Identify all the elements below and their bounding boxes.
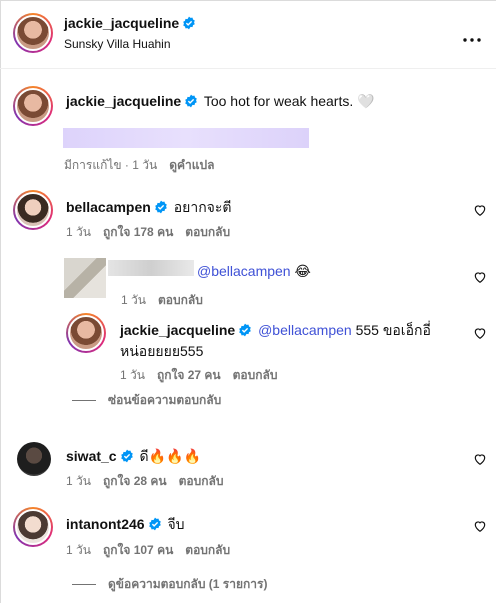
- likes-count[interactable]: ถูกใจ 28 คน: [103, 474, 167, 488]
- reply-time: 1 วัน: [121, 293, 146, 307]
- reply-text: 😂: [290, 263, 311, 279]
- blurred-avatar: [64, 258, 106, 298]
- comment-meta: 1 วัน ถูกใจ 28 คน ตอบกลับ: [66, 472, 235, 491]
- post-panel: [0, 0, 496, 603]
- comment-avatar-siwat[interactable]: [17, 442, 51, 476]
- more-icon[interactable]: [462, 30, 482, 42]
- caption-text: Too hot for weak hearts. 🤍: [203, 93, 375, 109]
- caption-edited: มีการแก้ไข · 1 วัน: [64, 158, 158, 172]
- caption-line: jackie_jacqueline Too hot for weak heart…: [66, 93, 375, 110]
- comment-text: จีบ: [167, 516, 185, 532]
- comment-text: ดี🔥🔥🔥: [139, 448, 201, 464]
- verified-badge-icon: [185, 94, 197, 108]
- redacted-block: [63, 128, 309, 148]
- comment-avatar-intanont[interactable]: [13, 507, 53, 547]
- likes-count[interactable]: ถูกใจ 107 คน: [103, 543, 173, 557]
- comment-username[interactable]: intanont246: [66, 516, 145, 532]
- view-replies-button[interactable]: ดูข้อความตอบกลับ (1 รายการ): [72, 575, 279, 594]
- comment-time: 1 วัน: [66, 225, 91, 239]
- hide-replies-button[interactable]: ซ่อนข้อความตอบกลับ: [72, 391, 233, 410]
- comment-meta: 1 วัน ถูกใจ 178 คน ตอบกลับ: [66, 223, 242, 242]
- heart-outline-icon[interactable]: [473, 519, 487, 533]
- reply-meta: 1 วัน ถูกใจ 27 คน ตอบกลับ: [120, 366, 289, 385]
- likes-count[interactable]: ถูกใจ 27 คน: [157, 368, 221, 382]
- post-author-avatar[interactable]: [13, 13, 53, 53]
- heart-outline-icon[interactable]: [473, 326, 487, 340]
- verified-badge-icon: [239, 323, 251, 337]
- reply-button[interactable]: ตอบกลับ: [233, 368, 278, 382]
- post-author-username[interactable]: jackie_jacqueline: [64, 15, 198, 31]
- comment-line: intanont246 จีบ: [66, 514, 185, 536]
- reply-button[interactable]: ตอบกลับ: [158, 293, 203, 307]
- mention-link[interactable]: @bellacampen: [258, 322, 352, 338]
- reply-time: 1 วัน: [120, 368, 145, 382]
- reply-button[interactable]: ตอบกลับ: [179, 474, 224, 488]
- hide-replies-label: ซ่อนข้อความตอบกลับ: [108, 393, 222, 407]
- reply-meta: 1 วัน ตอบกลับ: [121, 291, 215, 310]
- reply-line: jackie_jacqueline @bellacampen 555 ขอเอ็…: [120, 320, 431, 342]
- mention-link[interactable]: @bellacampen: [197, 263, 291, 279]
- heart-outline-icon[interactable]: [473, 452, 487, 466]
- comment-username[interactable]: siwat_c: [66, 448, 117, 464]
- caption-meta: มีการแก้ไข · 1 วัน ดูคำแปล: [64, 156, 226, 175]
- comment-line: siwat_c ดี🔥🔥🔥: [66, 446, 201, 468]
- comment-time: 1 วัน: [66, 474, 91, 488]
- comment-line: bellacampen อยากจะตี: [66, 197, 231, 219]
- divider-dash: [72, 584, 96, 586]
- heart-outline-icon[interactable]: [473, 270, 487, 284]
- reply-button[interactable]: ตอบกลับ: [185, 225, 230, 239]
- comment-text: อยากจะตี: [173, 199, 232, 215]
- comment-username[interactable]: bellacampen: [66, 199, 151, 215]
- blurred-username: [108, 260, 194, 276]
- verified-badge-icon: [155, 200, 167, 214]
- divider-dash: [72, 400, 96, 402]
- reply-avatar-jackie[interactable]: [66, 313, 106, 353]
- reply-button[interactable]: ตอบกลับ: [185, 543, 230, 557]
- reply-line: @bellacampen 😂: [197, 263, 311, 280]
- reply-text-line1: 555 ขอเอ็กอี่: [351, 322, 431, 338]
- verified-badge-icon: [183, 16, 195, 30]
- post-location[interactable]: Sunsky Villa Huahin: [64, 37, 171, 51]
- caption-username[interactable]: jackie_jacqueline: [66, 93, 181, 109]
- translate-button[interactable]: ดูคำแปล: [169, 158, 214, 172]
- verified-badge-icon: [120, 449, 133, 463]
- comment-time: 1 วัน: [66, 543, 91, 557]
- reply-text-line2: หน่อยยยย555: [120, 343, 204, 359]
- comment-meta: 1 วัน ถูกใจ 107 คน ตอบกลับ: [66, 541, 242, 560]
- likes-count[interactable]: ถูกใจ 178 คน: [103, 225, 173, 239]
- view-replies-label: ดูข้อความตอบกลับ (1 รายการ): [108, 577, 268, 591]
- header-divider: [0, 68, 496, 69]
- verified-badge-icon: [148, 517, 161, 531]
- heart-outline-icon[interactable]: [473, 203, 487, 217]
- comment-avatar-bellacampen[interactable]: [13, 190, 53, 230]
- reply-username[interactable]: jackie_jacqueline: [120, 322, 235, 338]
- caption-avatar[interactable]: [13, 86, 53, 126]
